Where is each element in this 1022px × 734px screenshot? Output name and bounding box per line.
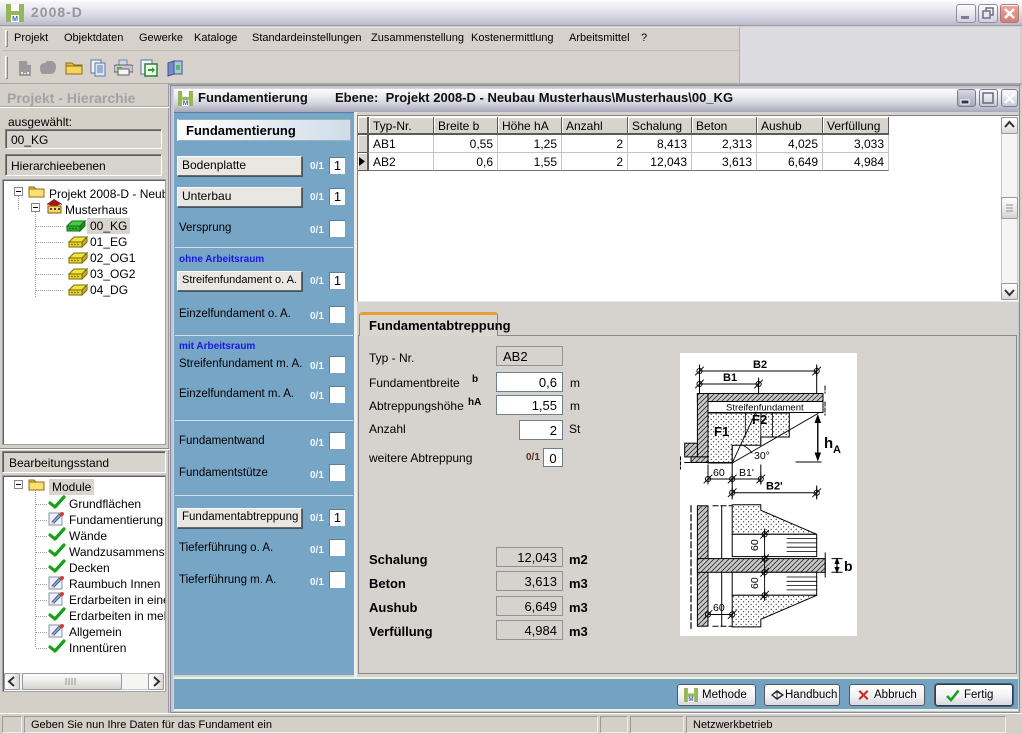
svg-text:M: M [183,100,189,106]
svg-text:b: b [844,558,853,574]
svg-text:60: 60 [713,602,725,614]
svg-text:M: M [12,16,18,22]
svg-text:M: M [688,696,693,702]
svg-text:F1: F1 [714,424,729,439]
svg-text:h: h [824,435,833,452]
svg-text:B2: B2 [753,359,767,371]
svg-text:60: 60 [713,467,725,479]
svg-text:A: A [833,444,841,456]
svg-text:B1: B1 [723,372,737,384]
svg-text:60: 60 [749,539,761,551]
svg-text:F2: F2 [752,412,767,427]
svg-text:30°: 30° [754,450,770,462]
svg-text:B2': B2' [766,481,783,493]
svg-text:B1': B1' [739,467,754,479]
svg-text:60: 60 [749,577,761,589]
